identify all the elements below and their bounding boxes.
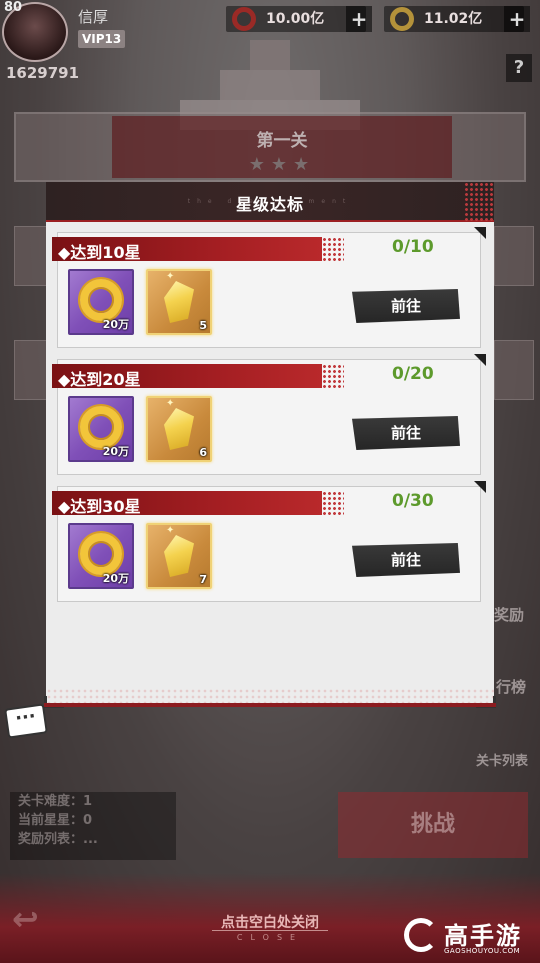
item-quantity: 20万 [102,572,129,585]
chat-bubble-icon[interactable]: ··· [4,703,48,739]
watermark: 高手游 GAOSHOUYOU.COM [404,918,534,960]
item-quantity: 7 [199,573,207,586]
reward-item-crystal[interactable]: ✦ 5 [146,269,212,335]
reward-row-10: ◆达到10星 0/10 20万 ✦ 5 前往 [52,227,486,348]
reward-row-30: ◆达到30星 0/30 20万 ✦ 7 前往 [52,481,486,602]
side-card-right-1 [494,226,534,286]
item-quantity: 5 [199,319,207,332]
row-label: ◆达到30星 [58,497,141,516]
modal-header: the deep ferment 星级达标 [46,182,494,222]
reward-item-ring[interactable]: 20万 [68,269,134,335]
top-bar: 80 信厚 VIP13 1629791 10.00亿 + 11.02亿 + ? [0,0,540,88]
add-gold-button[interactable]: + [504,6,530,32]
stage-card: 第一关 ★★★ [14,112,526,182]
reward-item-ring[interactable]: 20万 [68,523,134,589]
gold-ring-icon [80,533,122,575]
sparkle-icon: ✦ [166,525,175,536]
corner-decoration [474,227,486,239]
corner-decoration [474,354,486,366]
power-value: 1629791 [6,64,80,82]
reward-item-crystal[interactable]: ✦ 6 [146,396,212,462]
go-button[interactable]: 前往 [352,416,460,450]
stage-title-box: 第一关 ★★★ [112,116,452,178]
item-quantity: 20万 [102,318,129,331]
row-progress: 0/20 [392,364,434,384]
player-level: 80 [4,0,23,15]
resource-gold: 11.02亿 [384,6,524,32]
row-label: ◆达到20星 [58,370,141,389]
player-name: 信厚 [78,8,109,26]
row-ribbon: ◆达到20星 [52,364,344,389]
reward-row-20: ◆达到20星 0/20 20万 ✦ 6 前往 [52,354,486,475]
gold-crystal-icon [164,408,194,450]
star-reward-modal: the deep ferment 星级达标 ◆达到10星 0/10 20万 ✦ … [44,182,496,708]
gold-ring-icon [80,279,122,321]
resource-ruby-value: 10.00亿 [266,11,325,27]
go-button[interactable]: 前往 [352,289,460,323]
resource-gold-value: 11.02亿 [424,11,483,27]
row-progress: 0/10 [392,237,434,257]
sparkle-icon: ✦ [166,271,175,282]
modal-bottom-bar [44,703,496,707]
gold-crystal-icon [164,281,194,323]
row-ribbon: ◆达到10星 [52,237,344,262]
help-button[interactable]: ? [506,54,532,82]
gold-crystal-icon [164,535,194,577]
reward-item-ring[interactable]: 20万 [68,396,134,462]
close-divider [212,930,328,931]
row-ribbon: ◆达到30星 [52,491,344,516]
item-quantity: 6 [199,446,207,459]
corner-decoration [474,481,486,493]
gold-ring-icon [80,406,122,448]
modal-title: 星级达标 [235,195,304,214]
info-line-difficulty: 关卡难度：1 [18,794,93,809]
rank-side-label[interactable]: 行榜 [496,676,526,697]
watermark-url: GAOSHOUYOU.COM [444,947,521,955]
stage-info-panel: 关卡难度：1 当前星星：0 奖励列表：... [10,792,176,860]
stage-list-label[interactable]: 关卡列表 [476,750,528,769]
reward-side-label[interactable]: 奖励 [494,604,524,625]
item-quantity: 20万 [102,445,129,458]
reward-item-crystal[interactable]: ✦ 7 [146,523,212,589]
resource-ruby: 10.00亿 [226,6,366,32]
stage-stars: ★★★ [248,154,316,175]
stage-title: 第一关 [256,131,308,151]
row-label: ◆达到10星 [58,243,141,262]
vip-badge: VIP13 [78,30,126,48]
side-card-right-2 [494,340,534,400]
go-button[interactable]: 前往 [352,543,460,577]
sparkle-icon: ✦ [166,398,175,409]
row-progress: 0/30 [392,491,434,511]
brand-logo-icon [404,918,438,952]
watermark-brand: 高手游 [444,922,522,950]
ruby-coin-icon [232,7,256,31]
challenge-button[interactable]: 挑战 [338,792,528,858]
info-line-stars: 当前星星：0 [18,813,93,828]
add-ruby-button[interactable]: + [346,6,372,32]
info-line-rewards: 奖励列表：... [18,832,98,847]
header-dots-decoration [464,182,494,222]
gold-coin-icon [390,7,414,31]
